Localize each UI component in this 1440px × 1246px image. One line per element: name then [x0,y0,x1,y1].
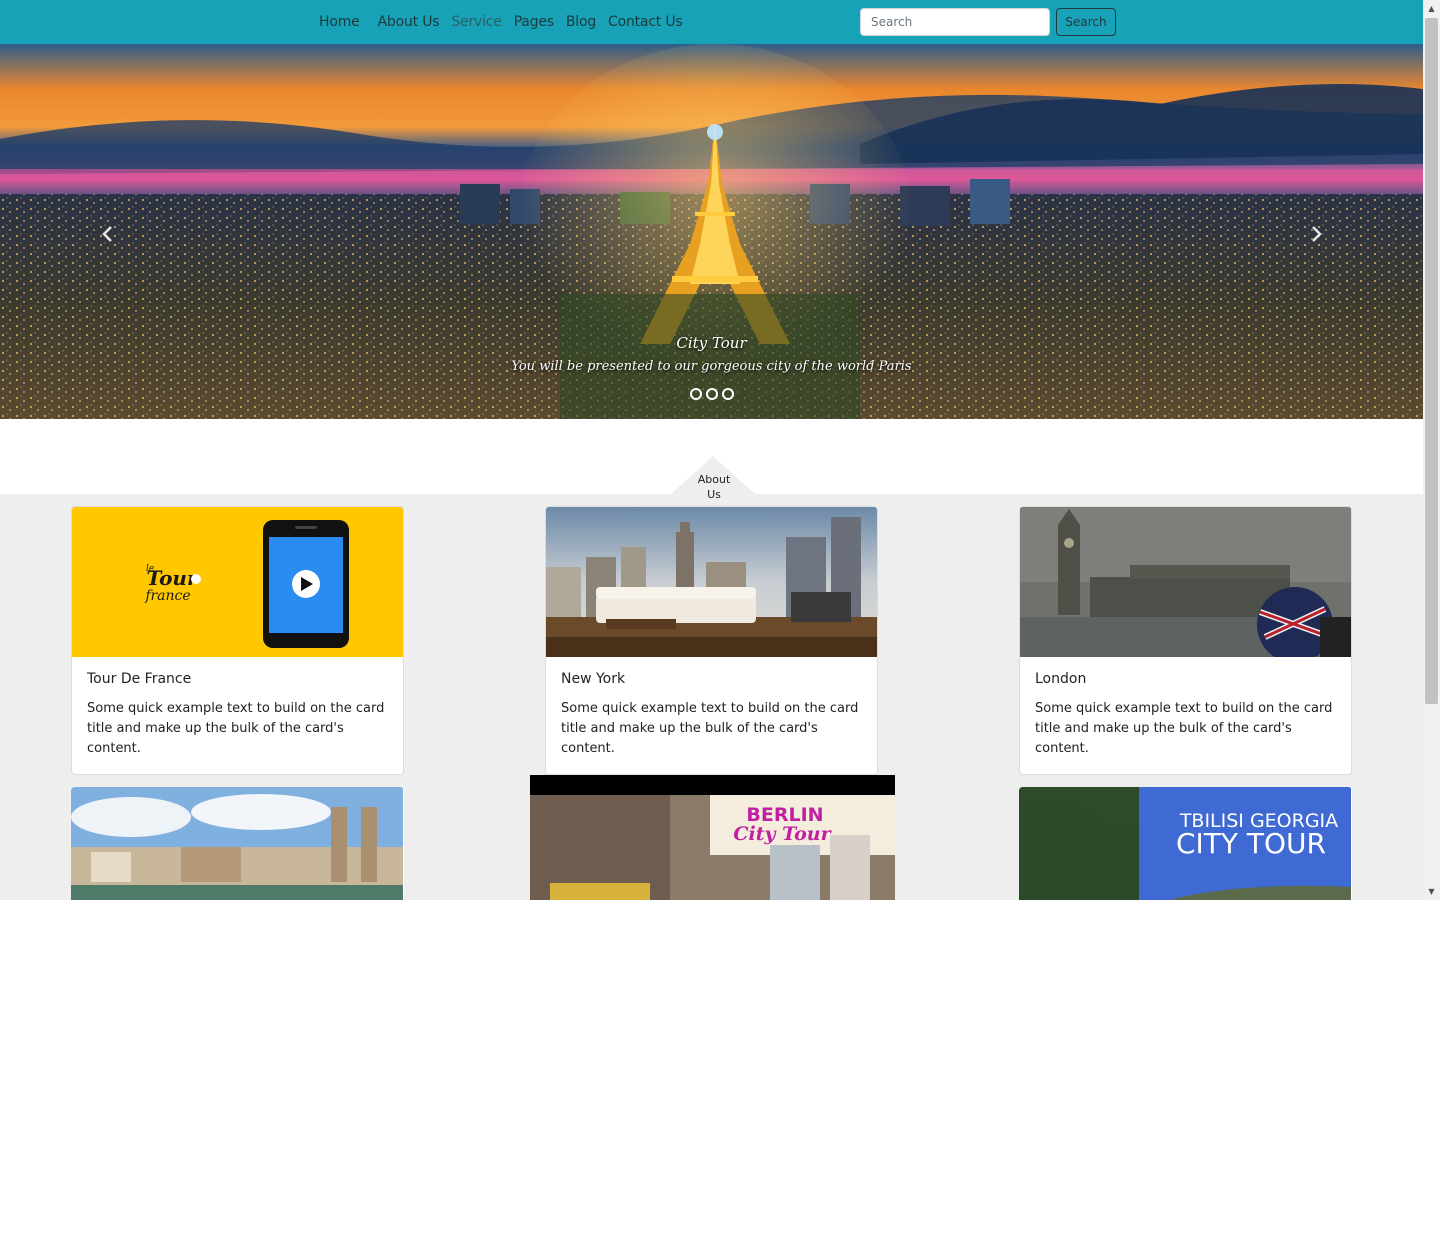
hero-caption-text: You will be presented to our gorgeous ci… [511,359,912,374]
card-text: Some quick example text to build on the … [1035,701,1333,756]
card-text: Some quick example text to build on the … [561,701,859,756]
scrollbar-thumb[interactable] [1425,18,1438,704]
card-text: Some quick example text to build on the … [87,701,385,756]
berlin-city-tour-image: BERLIN City Tour [530,775,895,900]
chevron-right-icon [1312,226,1322,242]
card-london[interactable]: London Some quick example text to build … [1019,506,1352,775]
carousel-prev-button[interactable] [92,219,122,249]
page-viewport: Home About Us Service Pages Blog Contact… [0,0,1440,900]
card-title: London [1035,671,1087,687]
search-button[interactable]: Search [1056,8,1116,36]
about-us-tab-label-line1: About [697,473,731,486]
tbilisi-georgia-image: TBILISI GEORGIA CITY TOUR [1019,787,1351,900]
card-title: New York [561,671,626,687]
scroll-down-arrow-icon[interactable]: ▼ [1423,883,1440,900]
search-input[interactable] [860,8,1050,36]
about-us-tab-label-line2: Us [707,488,721,501]
vertical-scrollbar[interactable]: ▲ ▼ [1423,0,1440,900]
nav-link-contact-us[interactable]: Contact Us [608,14,683,30]
nav-link-service[interactable]: Service [451,14,502,30]
nav-link-about-us[interactable]: About Us [378,14,440,30]
carousel-indicators [0,388,1423,400]
card-tour-de-france[interactable]: Tour france le Tour De France Some quick… [71,506,404,775]
card-new-york[interactable]: New York Some quick example text to buil… [545,506,878,775]
carousel-next-button[interactable] [1302,219,1332,249]
nav-link-home[interactable]: Home [319,14,360,30]
zurich-river-image [71,787,403,900]
chevron-left-icon [102,226,112,242]
card-zurich[interactable] [71,787,404,900]
top-navbar: Home About Us Service Pages Blog Contact… [0,0,1423,44]
nav-links: Home About Us Service Pages Blog Contact… [319,0,695,44]
carousel-indicator-1[interactable] [689,388,702,400]
nav-link-pages[interactable]: Pages [514,14,554,30]
tour-de-france-phone-image: Tour france le [72,507,403,657]
tbilisi-overlay-line2: CITY TOUR [1176,827,1326,860]
svg-text:france: france [144,588,190,604]
svg-text:Tour: Tour [146,566,198,590]
about-us-tab-label: About Us [686,472,742,502]
scroll-up-arrow-icon[interactable]: ▲ [1423,0,1440,17]
hero-caption-title: City Tour [676,334,747,352]
nav-link-blog[interactable]: Blog [566,14,596,30]
hero-carousel: City Tour You will be presented to our g… [0,44,1423,419]
berlin-overlay-line2: City Tour [733,823,832,845]
carousel-indicator-2[interactable] [705,388,718,400]
carousel-indicator-3[interactable] [721,388,734,400]
card-title: Tour De France [87,671,192,687]
new-york-skyline-living-room-image [546,507,877,657]
card-berlin[interactable]: BERLIN City Tour [530,775,895,900]
london-big-ben-rain-image [1020,507,1351,657]
svg-text:le: le [146,564,154,574]
card-tbilisi[interactable]: TBILISI GEORGIA CITY TOUR [1019,787,1352,900]
